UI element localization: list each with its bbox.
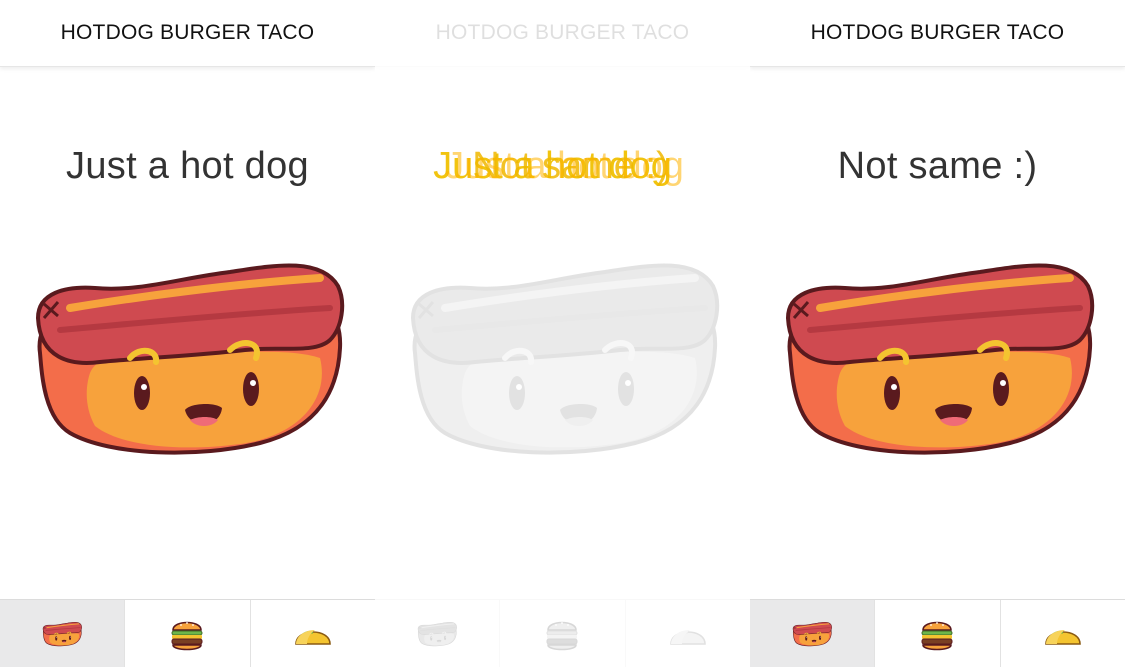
hotdog-icon xyxy=(417,621,457,647)
tab-bar xyxy=(750,599,1125,667)
headline-blend: Just a hot dog xyxy=(445,145,684,187)
screen-hotdog: HOTDOG BURGER TACO Just a hot dog xyxy=(0,0,375,667)
headline: Not same :) xyxy=(837,145,1038,187)
tab-burger[interactable] xyxy=(125,600,251,667)
tab-taco[interactable] xyxy=(251,600,375,667)
tab-hotdog[interactable] xyxy=(0,600,126,667)
tab-taco[interactable] xyxy=(626,600,750,667)
tab-hotdog[interactable] xyxy=(750,600,876,667)
tab-taco[interactable] xyxy=(1001,600,1125,667)
tab-hotdog[interactable] xyxy=(375,600,501,667)
burger-icon xyxy=(542,614,582,654)
tab-burger[interactable] xyxy=(875,600,1001,667)
taco-icon xyxy=(1043,614,1083,654)
tab-burger[interactable] xyxy=(500,600,626,667)
hotdog-illustration xyxy=(405,258,720,458)
screen-not-same: HOTDOG BURGER TACO Not same :) xyxy=(750,0,1125,667)
tab-bar xyxy=(0,599,375,667)
hotdog-icon xyxy=(42,621,82,647)
app-title: HOTDOG BURGER TACO xyxy=(375,0,750,67)
hotdog-icon xyxy=(792,621,832,647)
taco-icon xyxy=(668,614,708,654)
burger-icon xyxy=(167,614,207,654)
taco-icon xyxy=(293,614,333,654)
tab-bar xyxy=(375,599,750,667)
app-title: HOTDOG BURGER TACO xyxy=(0,0,375,67)
headline: Just a hot dog xyxy=(66,145,309,187)
app-title: HOTDOG BURGER TACO xyxy=(750,0,1125,67)
hotdog-illustration xyxy=(780,258,1095,458)
screen-transition: HOTDOG BURGER TACO Just a hot dog Not sa… xyxy=(375,0,750,667)
burger-icon xyxy=(917,614,957,654)
hotdog-illustration xyxy=(30,258,345,458)
